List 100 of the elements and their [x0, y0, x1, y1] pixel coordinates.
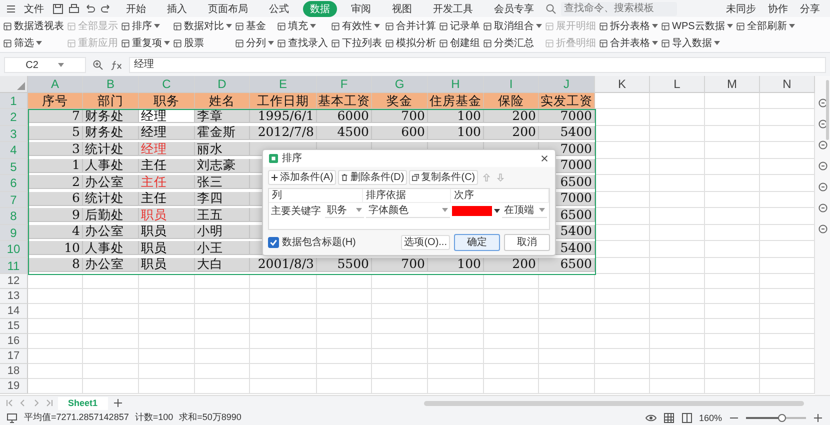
zoom-slider-thumb[interactable]: [778, 414, 786, 422]
ribbon-button[interactable]: WPS云数据: [661, 18, 733, 34]
ribbon-button[interactable]: 数据透视表: [3, 18, 64, 34]
horizontal-scrollbar[interactable]: [424, 400, 804, 406]
ribbon-button[interactable]: 合并表格: [599, 36, 658, 51]
options-button[interactable]: 选项(O)...: [401, 234, 450, 250]
zoom-in-icon[interactable]: [812, 412, 824, 424]
row-number[interactable]: 16: [0, 334, 28, 350]
function-icon[interactable]: [110, 59, 123, 72]
ribbon-tab[interactable]: 会员专享: [487, 0, 541, 17]
row-number[interactable]: 14: [0, 304, 28, 320]
ribbon-button[interactable]: 查找录入: [277, 36, 328, 51]
condition-button[interactable]: 删除条件(D): [338, 170, 408, 185]
column-header[interactable]: N: [760, 76, 815, 93]
redo-icon[interactable]: [100, 2, 112, 15]
zoom-level[interactable]: 160%: [698, 412, 722, 423]
side-tool-icon[interactable]: [818, 202, 828, 213]
row-number[interactable]: 15: [0, 319, 28, 334]
undo-icon[interactable]: [84, 2, 96, 15]
color-swatch[interactable]: [452, 206, 492, 216]
empty-cell: [650, 319, 705, 334]
ribbon-button[interactable]: 数据对比: [173, 18, 232, 34]
ribbon-button[interactable]: 导入数据: [661, 36, 733, 51]
header-action[interactable]: 协作: [764, 2, 792, 16]
table-cell: 4: [72, 224, 80, 238]
ribbon-button[interactable]: 筛选: [3, 36, 64, 51]
zoom-icon[interactable]: [92, 59, 104, 72]
row-number[interactable]: 17: [0, 349, 28, 364]
print-icon[interactable]: [68, 2, 80, 15]
condition-button[interactable]: 复制条件(C): [409, 170, 478, 185]
side-tool-icon[interactable]: [818, 182, 828, 192]
ribbon-tab[interactable]: 视图: [385, 0, 419, 17]
ribbon-tab[interactable]: 审阅: [344, 0, 378, 17]
ribbon-button[interactable]: 取消组合: [483, 18, 542, 34]
table-icon: [173, 38, 182, 48]
checkbox[interactable]: [268, 236, 279, 248]
ribbon-button[interactable]: 创建组: [439, 36, 480, 51]
ok-button[interactable]: 确定: [454, 234, 500, 251]
ribbon-button[interactable]: 重复项: [121, 36, 170, 51]
empty-cell: [595, 241, 650, 258]
ribbon-tab[interactable]: 开始: [119, 0, 153, 17]
column-select[interactable]: 职务: [325, 204, 364, 218]
search-field[interactable]: 查找命令、搜索模板: [561, 2, 677, 16]
ribbon-button[interactable]: 排序: [121, 18, 170, 34]
ribbon-button[interactable]: 分类汇总: [483, 36, 542, 51]
ribbon-button[interactable]: 填充: [277, 18, 328, 34]
menu-icon[interactable]: [6, 4, 16, 14]
formula-field[interactable]: 经理: [129, 57, 826, 74]
side-tool-icon[interactable]: [818, 140, 828, 150]
column-header[interactable]: L: [650, 76, 705, 93]
ribbon-button[interactable]: 全部刷新: [736, 18, 795, 34]
close-icon[interactable]: [540, 154, 549, 163]
add-sheet-icon[interactable]: [112, 398, 123, 408]
side-tool-icon[interactable]: [818, 224, 828, 234]
row-number[interactable]: 12: [0, 274, 28, 290]
ribbon-button[interactable]: 合并计算: [385, 18, 436, 34]
side-tool-icon[interactable]: [818, 160, 828, 171]
monitor-icon[interactable]: [6, 412, 18, 424]
ribbon-button[interactable]: 模拟分析: [385, 36, 436, 51]
column-header[interactable]: M: [705, 76, 760, 93]
save-icon[interactable]: [52, 2, 64, 15]
row-number[interactable]: 19: [0, 379, 28, 394]
ribbon-button[interactable]: 拆分表格: [599, 18, 658, 34]
cancel-button[interactable]: 取消: [504, 234, 550, 251]
ribbon-button[interactable]: 基金: [235, 18, 274, 34]
file-menu[interactable]: 文件: [20, 2, 48, 16]
ribbon-button[interactable]: 下拉列表: [331, 36, 382, 51]
ribbon-tab[interactable]: 插入: [160, 0, 194, 17]
empty-cell: [139, 289, 195, 304]
ribbon-tab[interactable]: 页面布局: [201, 0, 255, 17]
condition-button[interactable]: 添加条件(A): [268, 170, 336, 185]
ribbon-button[interactable]: 分列: [235, 36, 274, 51]
order-select[interactable]: 在顶端: [502, 204, 547, 218]
column-header[interactable]: K: [595, 76, 650, 93]
column-heading: 次序: [451, 188, 549, 202]
page-view-icon[interactable]: [680, 412, 693, 424]
side-tool-icon[interactable]: [818, 118, 828, 129]
caret-icon[interactable]: [494, 208, 500, 213]
table-icon: [121, 38, 130, 48]
row-number[interactable]: 18: [0, 364, 28, 380]
table-cell: 200: [512, 258, 536, 271]
normal-view-icon[interactable]: [662, 412, 675, 424]
select-all-corner[interactable]: [0, 76, 28, 93]
empty-cell: [705, 208, 760, 225]
header-action[interactable]: 未同步: [722, 2, 760, 16]
search-icon[interactable]: [545, 2, 557, 15]
checkbox-label[interactable]: 数据包含标题(H): [282, 235, 356, 250]
name-box[interactable]: C2: [4, 57, 86, 74]
ribbon-button[interactable]: 记录单: [439, 18, 480, 34]
row-number[interactable]: 13: [0, 289, 28, 304]
sort-on-select[interactable]: 字体颜色: [366, 204, 450, 218]
empty-cell: [705, 158, 760, 176]
ribbon-tab[interactable]: 开发工具: [426, 0, 480, 17]
ribbon-tab[interactable]: 公式: [262, 0, 296, 17]
table-cell: 3: [72, 142, 80, 156]
app-icon: [269, 154, 278, 163]
header-action[interactable]: 分享: [796, 2, 824, 16]
ribbon-button[interactable]: 有效性: [331, 18, 382, 34]
side-tool-icon[interactable]: [818, 98, 828, 108]
ribbon-button[interactable]: 股票: [173, 36, 232, 51]
